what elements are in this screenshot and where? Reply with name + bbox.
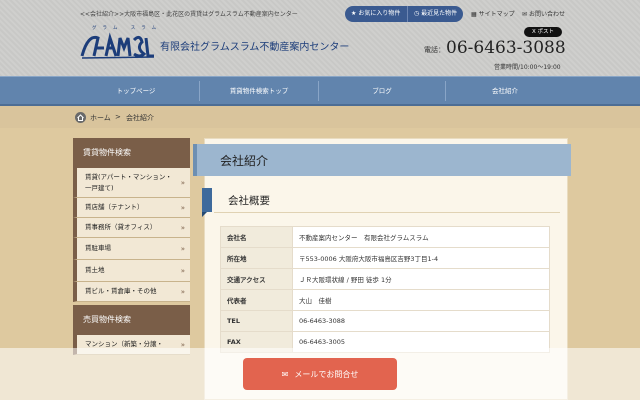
section-title: 会社概要 <box>228 195 270 207</box>
contact-link[interactable]: ✉ お問い合わせ <box>522 9 565 18</box>
sidebar-item-parking[interactable]: 賃駐車場 » <box>73 238 190 260</box>
sidebar-item-residential[interactable]: 賃貸(アパート・マンション・一戸建て) » <box>73 168 190 198</box>
sitemap-label: サイトマップ <box>478 11 515 18</box>
chevron-right-icon: » <box>180 244 185 253</box>
x-post-button[interactable]: X ポスト <box>524 27 562 37</box>
sitemap-link[interactable]: ▦ サイトマップ <box>471 9 515 18</box>
table-row: 交通アクセス ＪＲ大阪環状線 / 野田 徒歩 1分 <box>220 268 550 290</box>
sidebar-item-label: 賃土地 <box>85 266 105 274</box>
star-icon: ★ <box>351 10 357 17</box>
info-key: 所在地 <box>220 247 293 269</box>
table-row: 所在地 〒553-0006 大阪府大阪市福島区吉野3丁目1-4 <box>220 247 550 269</box>
sidebar-item-label: 賃事務所（貸オフィス） <box>85 223 157 231</box>
company-logo[interactable] <box>80 26 155 60</box>
table-row: TEL 06-6463-3088 <box>220 310 550 332</box>
sidebar-item-label: 賃貸(アパート・マンション・一戸建て) <box>85 172 172 192</box>
section-ribbon-tail <box>202 212 207 217</box>
table-row: 代表者 大山 佳樹 <box>220 289 550 311</box>
info-key: 交通アクセス <box>220 268 293 290</box>
sidebar-rent-heading: 賃貸物件検索 <box>73 138 190 168</box>
recent-label: 最近見た物件 <box>421 10 458 17</box>
breadcrumb-separator: > <box>115 113 121 121</box>
chevron-right-icon: » <box>180 266 185 275</box>
info-value: 06-6463-3088 <box>292 310 550 332</box>
business-hours: 営業時間/10:00～19:00 <box>494 64 561 71</box>
chevron-right-icon: » <box>180 223 185 232</box>
tel-label: 電話： <box>424 46 445 54</box>
nav-top[interactable]: トップページ <box>73 77 199 105</box>
info-key: 代表者 <box>220 289 293 311</box>
chevron-right-icon: » <box>180 203 185 212</box>
favorites-button[interactable]: ★ お気に入り物件 <box>345 6 407 22</box>
section-ribbon <box>202 188 212 212</box>
sidebar-sale-heading: 売買物件検索 <box>73 305 190 335</box>
info-value: ＪＲ大阪環状線 / 野田 徒歩 1分 <box>292 268 550 290</box>
chevron-right-icon: » <box>180 287 185 296</box>
sitemap-icon: ▦ <box>471 11 477 18</box>
nav-rent-search[interactable]: 賃貸物件検索トップ <box>200 77 318 105</box>
home-icon <box>75 112 86 123</box>
breadcrumb-current: 会社紹介 <box>126 114 154 122</box>
section-divider <box>214 212 560 213</box>
logo-ruby: グラム スラム <box>92 26 163 31</box>
info-value: 不動産案内センター 有限会社グラムスラム <box>292 226 550 248</box>
sidebar-item-land[interactable]: 賃土地 » <box>73 260 190 282</box>
chevron-right-icon: » <box>180 178 185 187</box>
contact-label: お問い合わせ <box>528 11 565 18</box>
sidebar-item-building[interactable]: 賃ビル・賃倉庫・その他 » <box>73 282 190 302</box>
sidebar-item-shop[interactable]: 賃店舗（テナント） » <box>73 198 190 218</box>
info-key: 会社名 <box>220 226 293 248</box>
mail-icon: ✉ <box>281 369 289 379</box>
breadcrumb-home[interactable]: ホーム <box>90 113 111 123</box>
main-nav: トップページ 賃貸物件検索トップ ブログ 会社紹介 <box>0 76 640 106</box>
mail-icon: ✉ <box>522 11 528 18</box>
table-row: 会社名 不動産案内センター 有限会社グラムスラム <box>220 226 550 248</box>
nav-blog[interactable]: ブログ <box>319 77 445 105</box>
page-title: 会社紹介 <box>220 154 269 168</box>
info-value: 〒553-0006 大阪府大阪市福島区吉野3丁目1-4 <box>292 247 550 269</box>
clock-icon: ◷ <box>414 10 420 17</box>
tel-number[interactable]: 06-6463-3088 <box>446 38 566 58</box>
sidebar-item-office[interactable]: 賃事務所（貸オフィス） » <box>73 218 190 238</box>
cta-label: メールでお問合せ <box>294 369 359 379</box>
sidebar-item-label: 賃ビル・賃倉庫・その他 <box>85 287 157 295</box>
company-name[interactable]: 有限会社グラムスラム不動産案内センター <box>160 38 349 53</box>
header-tagline: <<会社紹介>>大阪市福島区・此花区の賃貸はグラムスラム不動産案内センター <box>80 11 298 18</box>
info-value: 大山 佳樹 <box>292 289 550 311</box>
nav-company[interactable]: 会社紹介 <box>446 77 564 105</box>
info-key: TEL <box>220 310 293 332</box>
mail-inquiry-button[interactable]: ✉ メールでお問合せ <box>243 358 397 390</box>
favorites-label: お気に入り物件 <box>358 10 401 17</box>
sidebar-item-label: 賃店舗（テナント） <box>85 203 144 211</box>
sidebar-item-label: 賃駐車場 <box>85 244 111 252</box>
recent-button[interactable]: ◷ 最近見た物件 <box>407 6 463 22</box>
company-info-table: 会社名 不動産案内センター 有限会社グラムスラム 所在地 〒553-0006 大… <box>220 226 550 353</box>
